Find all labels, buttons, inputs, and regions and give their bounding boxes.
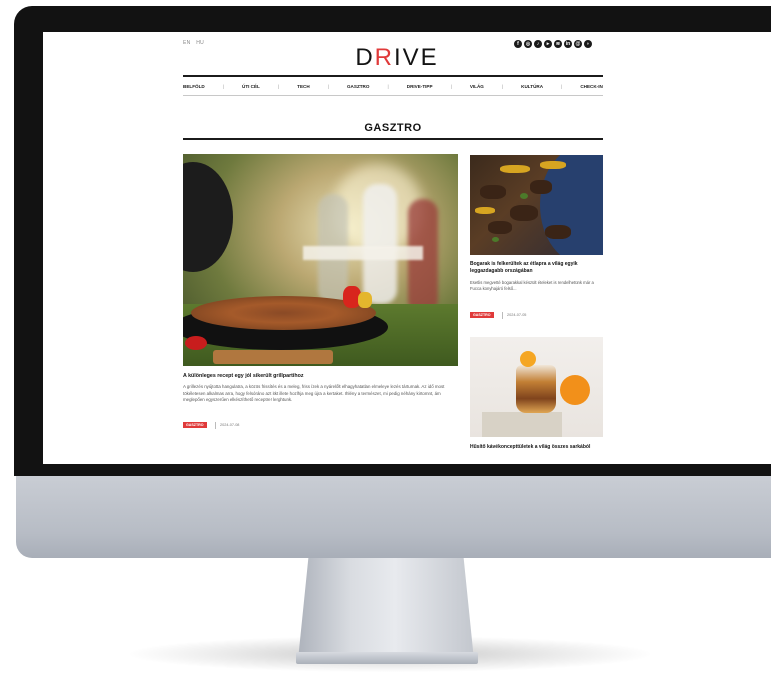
logo-suffix: IVE [394,44,439,71]
nav-separator: | [387,83,389,89]
nav-separator: | [327,83,329,89]
main-article-excerpt: A grillezés nyújtotta hangulatra, a közö… [183,384,445,403]
nav-item-tech[interactable]: TECH [297,84,310,89]
instagram-icon[interactable]: ◎ [524,40,532,48]
monitor-stand-base [296,652,478,664]
nav-item-uti-cel[interactable]: ÚTI CÉL [242,84,260,89]
side-article-1-tag[interactable]: GASZTRO [470,312,494,318]
social-links: f ◎ ♪ ▸ ≋ in @ ◗ [514,40,592,48]
tiktok-icon[interactable]: ♪ [534,40,542,48]
main-nav: BELFÖLD | ÚTI CÉL | TECH | GASZTRO | DRI… [183,79,603,93]
nav-separator: | [222,83,224,89]
side-article-2-headline[interactable]: Hűsítő kávékoncepttületek a világ összes… [470,444,603,451]
youtube-icon[interactable]: ▸ [544,40,552,48]
nav-item-gasztro[interactable]: GASZTRO [347,84,369,89]
side-article-2-image[interactable] [470,337,603,437]
nav-bottom-rule [183,95,603,96]
main-article-headline[interactable]: A különleges recept egy jól sikerült gri… [183,373,458,379]
nav-separator: | [501,83,504,89]
tag-separator [215,422,216,429]
side-article-1-image[interactable] [470,155,603,255]
nav-item-belfold[interactable]: BELFÖLD [183,84,205,89]
site-logo[interactable]: DRIVE [343,44,451,72]
linkedin-icon[interactable]: in [564,40,572,48]
lang-hu[interactable]: HU [196,40,204,46]
section-rule [183,138,603,140]
email-icon[interactable]: @ [574,40,582,48]
language-switcher[interactable]: EN HU [183,40,208,46]
nav-top-rule [183,75,603,77]
nav-item-check-in[interactable]: CHECK-IN [580,84,602,89]
monitor-chin [16,476,771,558]
side-article-1-date: 2024-07-05 [507,313,527,317]
rss-icon[interactable]: ◗ [584,40,592,48]
tag-separator [502,312,503,319]
nav-item-vilag[interactable]: VILÁG [470,84,484,89]
logo-accent: R [374,44,394,71]
main-article-tag[interactable]: GASZTRO [183,422,207,428]
facebook-icon[interactable]: f [514,40,522,48]
screen: EN HU DRIVE f ◎ ♪ ▸ ≋ in @ ◗ BELFÖLD | Ú… [43,32,771,464]
side-article-1-excerpt: Esetlis megvetté bogarakkal készült étel… [470,280,594,291]
lang-en[interactable]: EN [183,40,191,46]
main-article-date: 2024-07-08 [220,423,240,427]
nav-item-kultura[interactable]: KULTÚRA [521,84,543,89]
nav-separator: | [561,83,563,89]
side-article-1-headline[interactable]: Bogarak is felkerültek az étlapra a vilá… [470,261,603,275]
monitor-stand [298,556,474,660]
section-title: GASZTRO [364,122,422,134]
logo-prefix: D [355,44,375,71]
spotify-icon[interactable]: ≋ [554,40,562,48]
nav-item-drive-tipp[interactable]: DRIVE-TIPP [407,84,433,89]
nav-separator: | [450,83,452,89]
main-article-image[interactable] [183,154,458,366]
nav-separator: | [277,83,280,89]
